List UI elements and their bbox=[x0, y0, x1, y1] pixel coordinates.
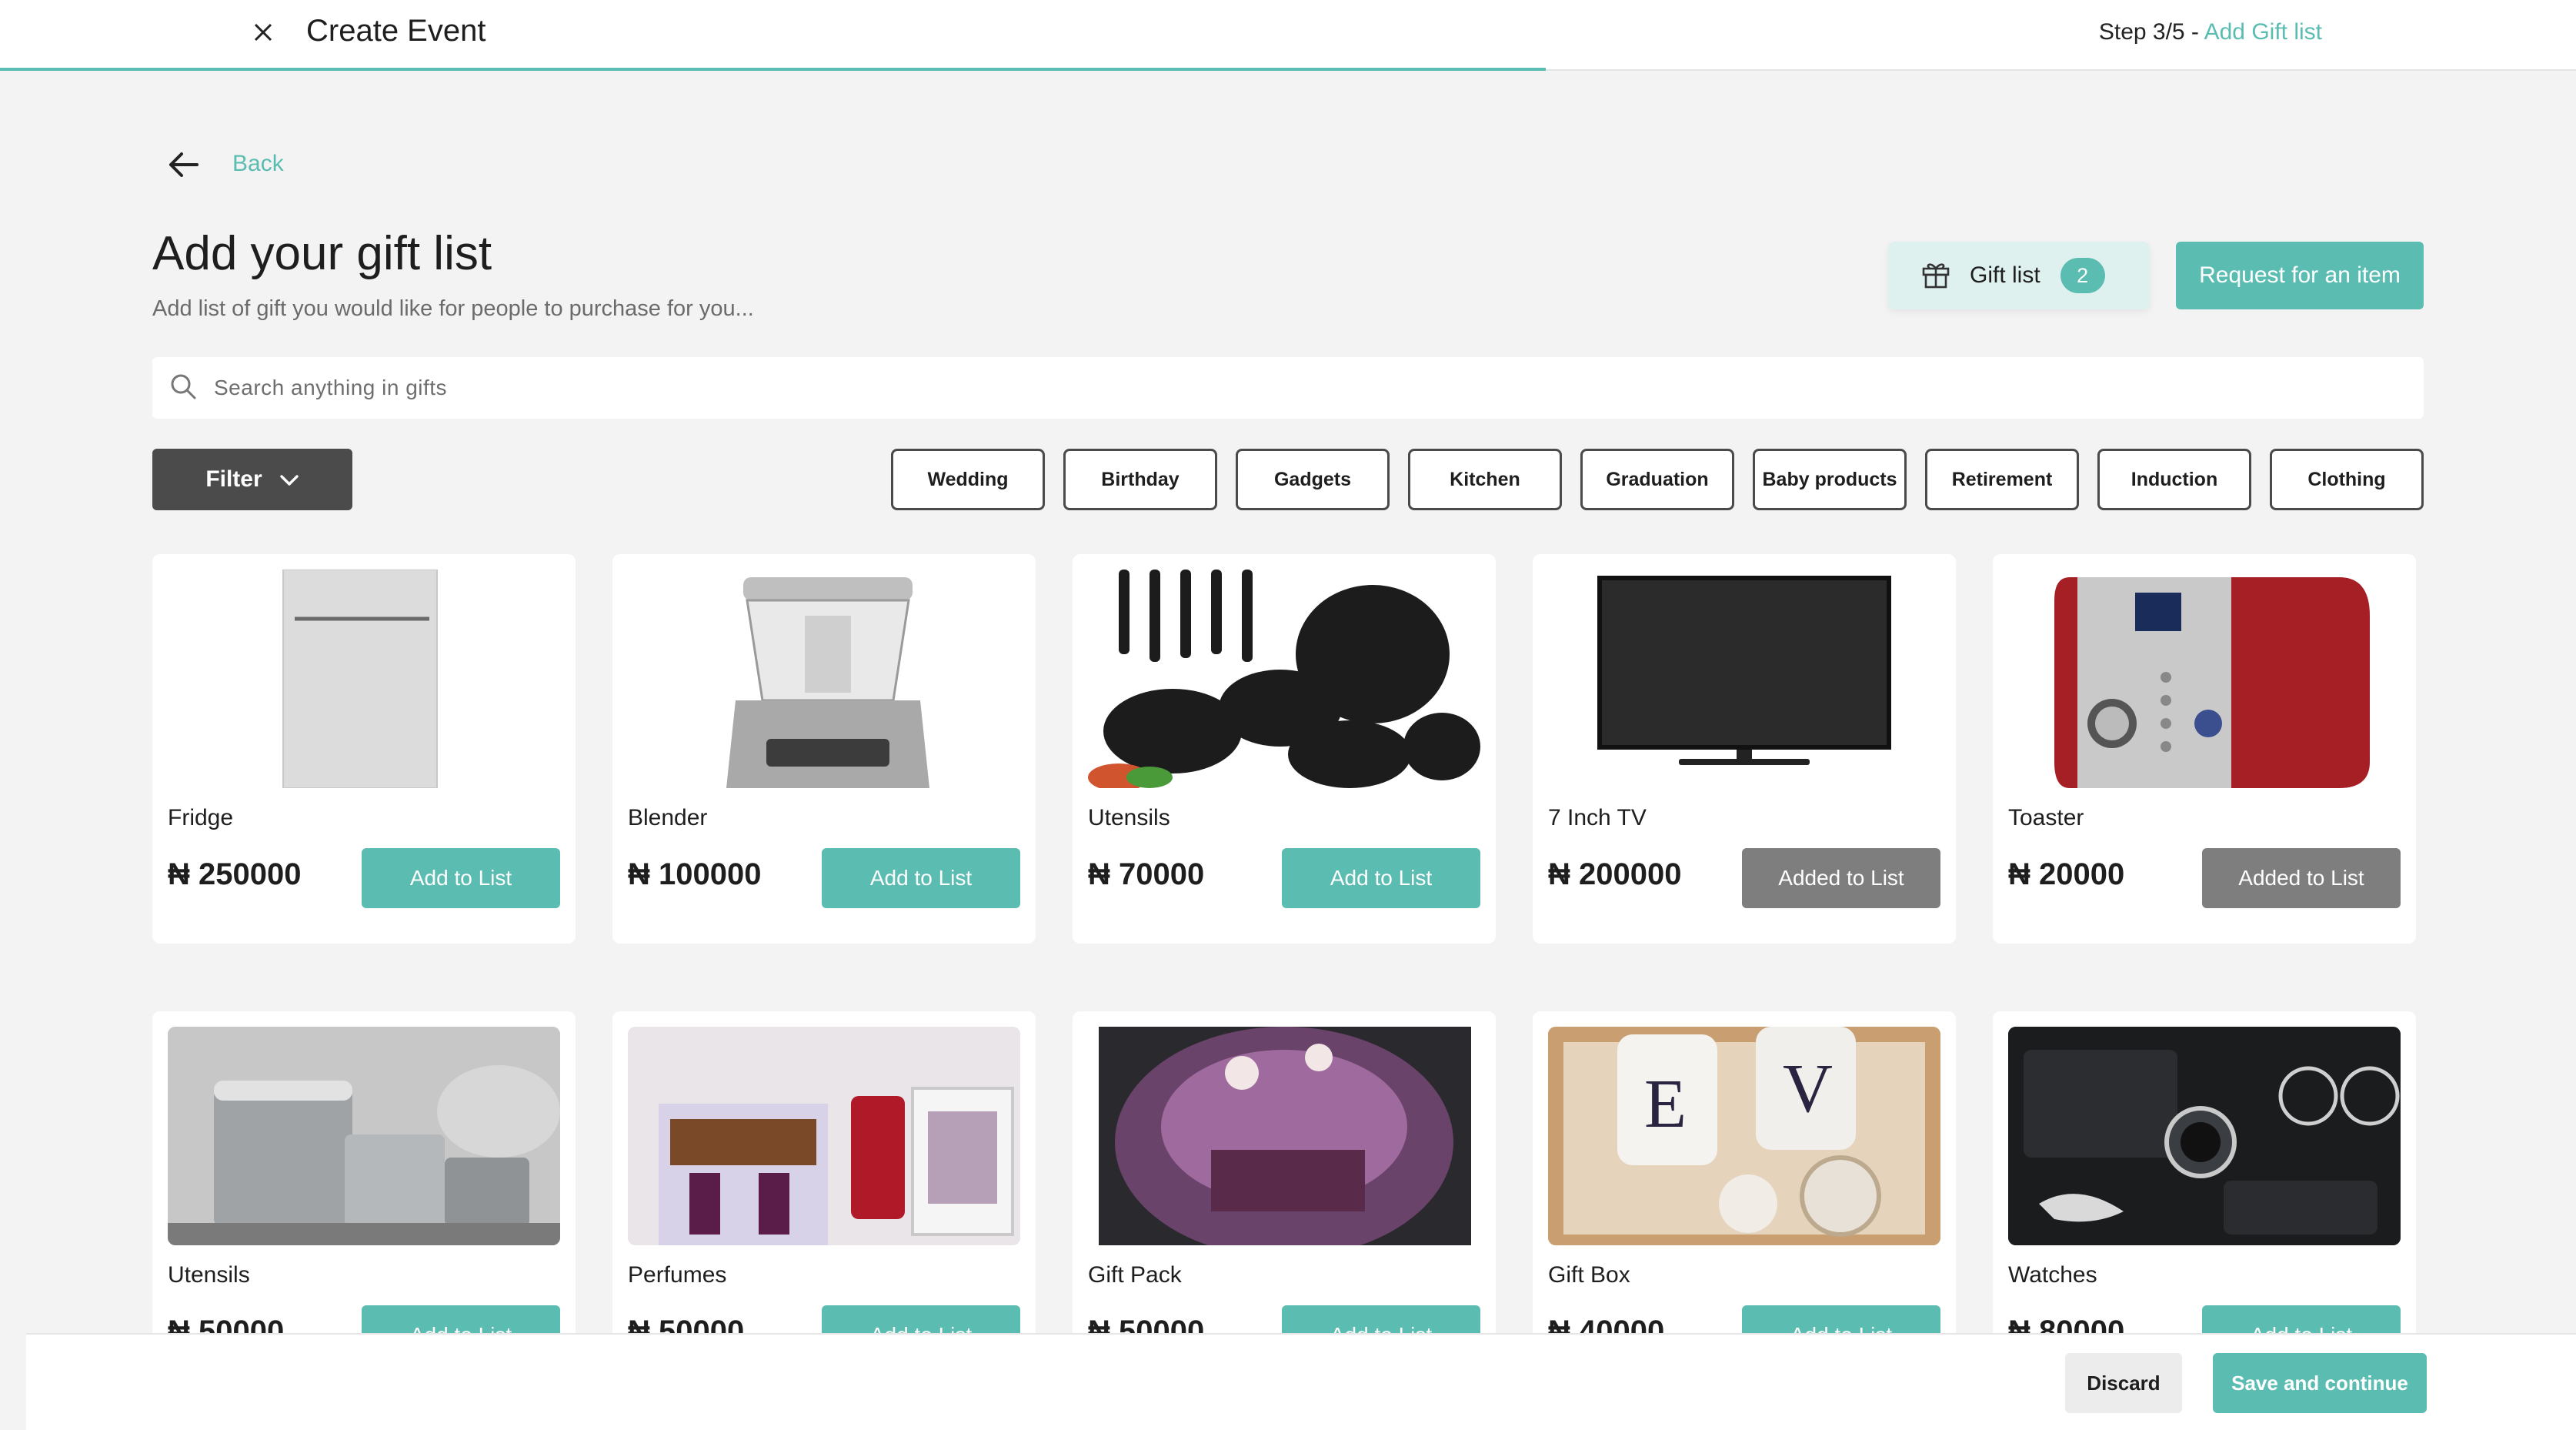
product-name: Toaster bbox=[2008, 805, 2084, 830]
product-price: ₦ 20000 bbox=[2008, 857, 2125, 891]
category-induction[interactable]: Induction bbox=[2097, 449, 2251, 510]
category-graduation[interactable]: Graduation bbox=[1580, 449, 1734, 510]
product-name: Blender bbox=[628, 805, 708, 830]
category-clothing[interactable]: Clothing bbox=[2270, 449, 2424, 510]
product-card: 7 Inch TV ₦ 200000 Added to List bbox=[1533, 554, 1956, 944]
filter-label: Filter bbox=[205, 466, 262, 492]
category-retirement[interactable]: Retirement bbox=[1925, 449, 2079, 510]
pots-image bbox=[168, 1027, 560, 1245]
add-to-list-button[interactable]: Add to List bbox=[822, 848, 1020, 908]
perfume-image bbox=[628, 1027, 1020, 1245]
discard-button[interactable]: Discard bbox=[2065, 1353, 2182, 1413]
category-baby-products[interactable]: Baby products bbox=[1753, 449, 1907, 510]
watch-image bbox=[2008, 1027, 2401, 1245]
top-title: Create Event bbox=[306, 14, 486, 48]
gift-list-label: Gift list bbox=[1970, 262, 2040, 288]
request-item-button[interactable]: Request for an item bbox=[2176, 242, 2424, 309]
product-name: Fridge bbox=[168, 805, 234, 830]
product-price: ₦ 70000 bbox=[1088, 857, 1205, 891]
product-price: ₦ 200000 bbox=[1548, 857, 1682, 891]
add-to-list-button[interactable]: Add to List bbox=[362, 848, 560, 908]
category-chips: Wedding Birthday Gadgets Kitchen Graduat… bbox=[891, 449, 2424, 510]
svg-text:E: E bbox=[1644, 1066, 1687, 1142]
progress-bar bbox=[0, 68, 1546, 71]
product-name: Perfumes bbox=[628, 1262, 727, 1288]
category-kitchen[interactable]: Kitchen bbox=[1408, 449, 1562, 510]
step-indicator: Step 3/5 - Add Gift list bbox=[2099, 19, 2322, 45]
back-arrow-icon[interactable] bbox=[166, 149, 200, 180]
product-price: ₦ 100000 bbox=[628, 857, 762, 891]
product-card: Utensils ₦ 70000 Add to List bbox=[1073, 554, 1496, 944]
product-name: Utensils bbox=[1088, 805, 1170, 830]
category-birthday[interactable]: Birthday bbox=[1063, 449, 1217, 510]
top-bar: Create Event Step 3/5 - Add Gift list bbox=[0, 0, 2576, 71]
filter-button[interactable]: Filter bbox=[152, 449, 352, 510]
gift-list-count-badge: 2 bbox=[2060, 258, 2105, 293]
product-price: ₦ 250000 bbox=[168, 857, 302, 891]
gift-box-image: EV bbox=[1548, 1027, 1940, 1245]
added-to-list-button[interactable]: Added to List bbox=[1742, 848, 1940, 908]
add-to-list-button[interactable]: Add to List bbox=[1282, 848, 1480, 908]
search-input[interactable] bbox=[214, 376, 2368, 400]
page-subtitle: Add list of gift you would like for peop… bbox=[152, 296, 754, 321]
tv-image bbox=[1548, 570, 1940, 788]
fridge-image bbox=[168, 570, 560, 788]
back-link[interactable]: Back bbox=[232, 151, 284, 177]
product-card: Toaster ₦ 20000 Added to List bbox=[1993, 554, 2416, 944]
added-to-list-button[interactable]: Added to List bbox=[2202, 848, 2401, 908]
svg-text:V: V bbox=[1783, 1051, 1833, 1127]
chevron-down-icon bbox=[279, 466, 299, 493]
category-gadgets[interactable]: Gadgets bbox=[1236, 449, 1390, 510]
product-name: Utensils bbox=[168, 1262, 250, 1288]
product-name: Watches bbox=[2008, 1262, 2097, 1288]
toaster-image bbox=[2008, 570, 2401, 788]
gift-list-button[interactable]: Gift list 2 bbox=[1888, 242, 2150, 309]
save-and-continue-button[interactable]: Save and continue bbox=[2213, 1353, 2427, 1413]
product-name: 7 Inch TV bbox=[1548, 805, 1647, 830]
search-icon bbox=[168, 371, 199, 406]
step-prefix: Step 3/5 - bbox=[2098, 19, 2204, 45]
category-wedding[interactable]: Wedding bbox=[891, 449, 1045, 510]
product-card: Blender ₦ 100000 Add to List bbox=[612, 554, 1036, 944]
product-card: Fridge ₦ 250000 Add to List bbox=[152, 554, 576, 944]
page-title: Add your gift list bbox=[152, 227, 492, 280]
gift-pack-image bbox=[1088, 1027, 1480, 1245]
gift-icon bbox=[1920, 259, 1951, 293]
search-bar bbox=[152, 357, 2424, 419]
product-name: Gift Box bbox=[1548, 1262, 1630, 1288]
cookware-image bbox=[1088, 570, 1480, 788]
product-name: Gift Pack bbox=[1088, 1262, 1182, 1288]
bottom-action-bar bbox=[26, 1333, 2576, 1430]
close-icon[interactable] bbox=[248, 17, 279, 48]
blender-image bbox=[628, 570, 1020, 788]
step-name: Add Gift list bbox=[2204, 19, 2322, 45]
